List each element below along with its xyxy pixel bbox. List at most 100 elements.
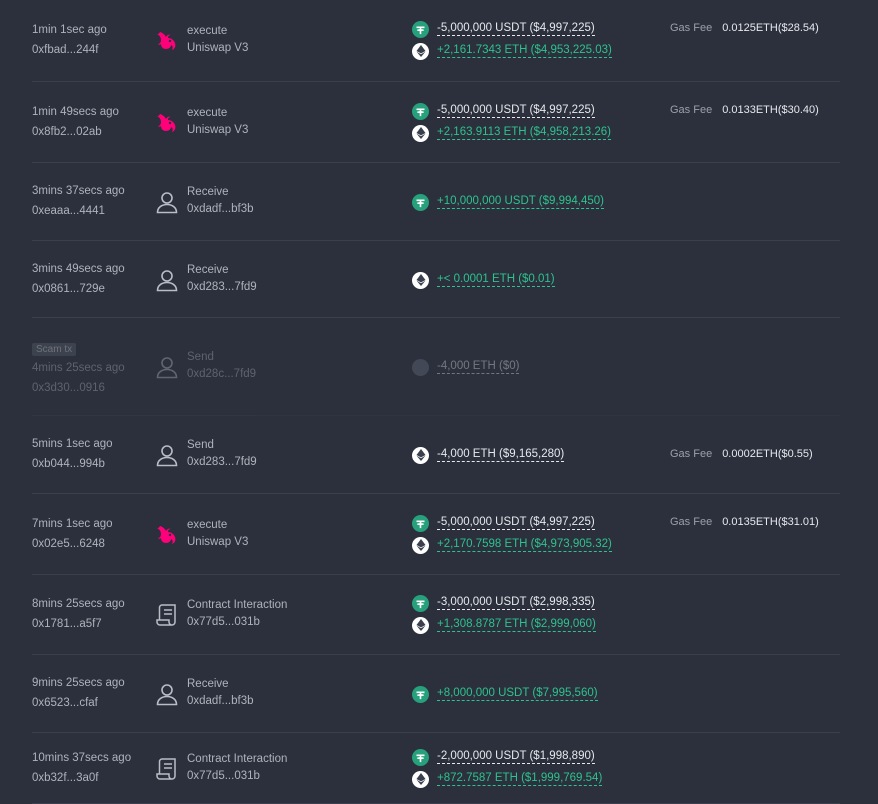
eth-icon	[412, 42, 429, 60]
action-target-link[interactable]: 0xd28c...7fd9	[187, 368, 256, 380]
user-icon	[154, 267, 180, 293]
transaction-row[interactable]: 8mins 25secs ago 0x1781...a5f7 Contract In…	[32, 575, 840, 655]
token-change: -5,000,000 USDT ($4,997,225)	[412, 514, 595, 532]
tx-time: 9mins 25secs ago	[32, 677, 125, 689]
tx-time: 3mins 37secs ago	[32, 185, 125, 197]
action-target-link[interactable]: Uniswap V3	[187, 124, 248, 136]
token-amount[interactable]: -3,000,000 USDT ($2,998,335)	[437, 596, 595, 610]
gas-fee-label: Gas Fee	[670, 448, 713, 460]
uniswap-icon	[154, 522, 180, 548]
action-name: execute	[187, 107, 228, 119]
eth-icon	[412, 770, 429, 788]
token-amount[interactable]: +2,161.7343 ETH ($4,953,225.03)	[437, 44, 612, 58]
tx-hash-link[interactable]: 0xfbad...244f	[32, 44, 107, 56]
token-change: +< 0.0001 ETH ($0.01)	[412, 271, 555, 289]
tx-hash-link[interactable]: 0x8fb2...02ab	[32, 126, 119, 138]
transaction-row[interactable]: 7mins 1sec ago 0x02e5...6248 execute Unisw…	[32, 494, 840, 575]
token-change: +10,000,000 USDT ($9,994,450)	[412, 193, 604, 211]
token-change: +872.7587 ETH ($1,999,769.54)	[412, 770, 603, 788]
action-name: Receive	[187, 186, 229, 198]
action-cell: Receive 0xdadf...bf3b	[187, 186, 254, 215]
user-icon	[154, 442, 180, 468]
token-change: -3,000,000 USDT ($2,998,335)	[412, 594, 595, 612]
tx-time: 7mins 1sec ago	[32, 518, 113, 530]
token-amount[interactable]: +872.7587 ETH ($1,999,769.54)	[437, 772, 603, 786]
eth-icon	[412, 271, 429, 289]
token-change: -4,000 ETH ($0)	[412, 358, 520, 376]
tx-hash-link[interactable]: 0x0861...729e	[32, 283, 125, 295]
action-target-link[interactable]: Uniswap V3	[187, 536, 248, 548]
token-amount[interactable]: +10,000,000 USDT ($9,994,450)	[437, 195, 604, 209]
tx-time: 5mins 1sec ago	[32, 438, 113, 450]
token-amount[interactable]: -5,000,000 USDT ($4,997,225)	[437, 516, 595, 530]
time-hash-cell: 5mins 1sec ago 0xb044...994b	[32, 438, 113, 470]
contract-icon	[154, 756, 180, 782]
action-target-link[interactable]: 0x77d5...031b	[187, 616, 287, 628]
token-amount[interactable]: +2,163.9113 ETH ($4,958,213.26)	[437, 126, 612, 140]
action-target-link[interactable]: 0xd283...7fd9	[187, 281, 257, 293]
action-name: Contract Interaction	[187, 599, 288, 611]
transaction-row[interactable]: 10mins 37secs ago 0xb32f...3a0f Contract I…	[32, 733, 840, 804]
tx-hash-link[interactable]: 0x6523...cfaf	[32, 697, 125, 709]
action-name: Send	[187, 439, 214, 451]
token-amount[interactable]: -5,000,000 USDT ($4,997,225)	[437, 104, 595, 118]
gas-fee-label: Gas Fee	[670, 516, 713, 528]
time-hash-cell: Scam tx 4mins 25secs ago 0x3d30...0916	[32, 339, 125, 394]
token-amount[interactable]: +1,308.8787 ETH ($2,999,060)	[437, 618, 596, 632]
tx-hash-link[interactable]: 0xeaaa...4441	[32, 205, 125, 217]
action-target-link[interactable]: Uniswap V3	[187, 42, 248, 54]
gas-fee-value: 0.0125ETH($28.54)	[722, 22, 819, 34]
action-target-link[interactable]: 0xdadf...bf3b	[187, 695, 254, 707]
tx-time: 8mins 25secs ago	[32, 598, 125, 610]
action-target-link[interactable]: 0x77d5...031b	[187, 770, 287, 782]
action-name: execute	[187, 25, 228, 37]
user-icon	[154, 354, 180, 380]
contract-icon	[154, 602, 180, 628]
eth-icon	[412, 124, 429, 142]
token-change: -2,000,000 USDT ($1,998,890)	[412, 748, 595, 766]
token-amount[interactable]: +2,170.7598 ETH ($4,973,905.32)	[437, 538, 612, 552]
transaction-row[interactable]: 3mins 49secs ago 0x0861...729e Receive 0xd…	[32, 241, 840, 318]
transaction-row[interactable]: 5mins 1sec ago 0xb044...994b Send 0xd283..…	[32, 416, 840, 494]
token-amount[interactable]: -5,000,000 USDT ($4,997,225)	[437, 22, 595, 36]
tx-hash-link[interactable]: 0x1781...a5f7	[32, 618, 125, 630]
token-amount[interactable]: -2,000,000 USDT ($1,998,890)	[437, 750, 595, 764]
action-name: Send	[187, 351, 214, 363]
token-amount[interactable]: -4,000 ETH ($9,165,280)	[437, 448, 565, 462]
tx-hash-link[interactable]: 0xb044...994b	[32, 458, 113, 470]
time-hash-cell: 1min 1sec ago 0xfbad...244f	[32, 24, 107, 56]
gas-fee: Gas Fee 0.0133ETH($30.40)	[670, 104, 819, 116]
usdt-icon	[412, 102, 429, 120]
transaction-row[interactable]: 3mins 37secs ago 0xeaaa...4441 Receive 0xd…	[32, 163, 840, 241]
tx-hash-link[interactable]: 0xb32f...3a0f	[32, 772, 131, 784]
action-name: Receive	[187, 264, 229, 276]
token-amount[interactable]: +< 0.0001 ETH ($0.01)	[437, 273, 555, 287]
unknown-token-icon	[412, 358, 429, 376]
action-cell: Receive 0xdadf...bf3b	[187, 678, 254, 707]
token-change: -5,000,000 USDT ($4,997,225)	[412, 102, 595, 120]
token-change: -5,000,000 USDT ($4,997,225)	[412, 20, 595, 38]
token-change: +2,163.9113 ETH ($4,958,213.26)	[412, 124, 612, 142]
gas-fee-label: Gas Fee	[670, 104, 713, 116]
gas-fee: Gas Fee 0.0002ETH($0.55)	[670, 448, 813, 460]
action-target-link[interactable]: 0xdadf...bf3b	[187, 203, 254, 215]
token-amount[interactable]: +8,000,000 USDT ($7,995,560)	[437, 687, 598, 701]
transaction-row[interactable]: 9mins 25secs ago 0x6523...cfaf Receive 0xd…	[32, 655, 840, 733]
action-cell: Send 0xd283...7fd9	[187, 439, 257, 468]
action-name: Receive	[187, 678, 229, 690]
action-cell: Contract Interaction 0x77d5...031b	[187, 753, 287, 782]
action-target-link[interactable]: 0xd283...7fd9	[187, 456, 257, 468]
time-hash-cell: 10mins 37secs ago 0xb32f...3a0f	[32, 752, 131, 784]
transaction-row[interactable]: 1min 49secs ago 0x8fb2...02ab execute Unis…	[32, 82, 840, 163]
time-hash-cell: 7mins 1sec ago 0x02e5...6248	[32, 518, 113, 550]
usdt-icon	[412, 685, 429, 703]
scam-tag: Scam tx	[32, 343, 77, 356]
uniswap-icon	[154, 28, 180, 54]
token-amount[interactable]: -4,000 ETH ($0)	[437, 360, 520, 374]
transaction-row[interactable]: 1min 1sec ago 0xfbad...244f execute Uniswa…	[32, 0, 840, 82]
transaction-row[interactable]: Scam tx 4mins 25secs ago 0x3d30...0916 Send…	[32, 318, 840, 416]
tx-hash-link[interactable]: 0x3d30...0916	[32, 382, 125, 394]
tx-hash-link[interactable]: 0x02e5...6248	[32, 538, 113, 550]
token-change: +2,170.7598 ETH ($4,973,905.32)	[412, 536, 612, 554]
time-hash-cell: 3mins 37secs ago 0xeaaa...4441	[32, 185, 125, 217]
